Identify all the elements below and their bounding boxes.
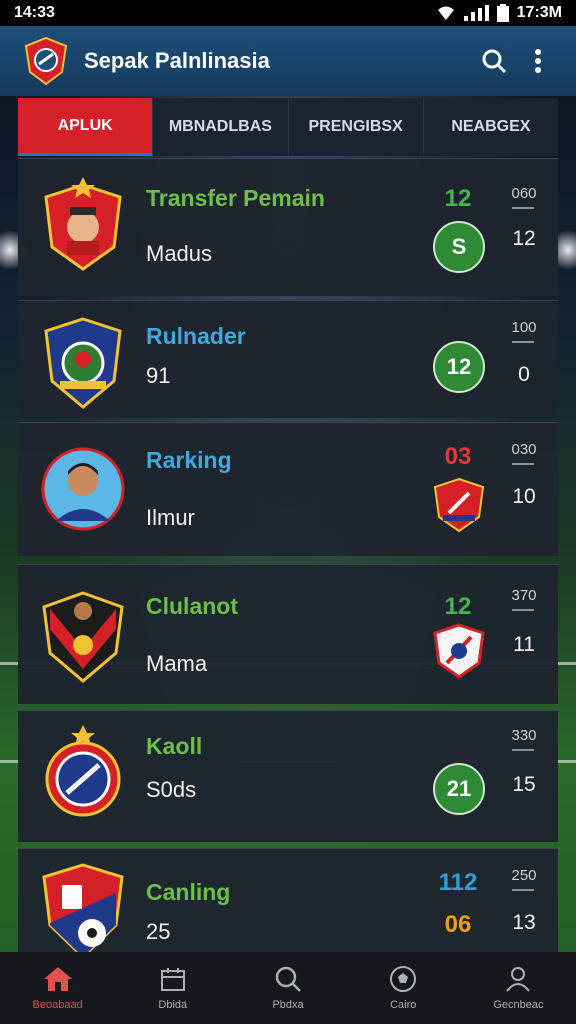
- score-top: 112: [438, 869, 478, 896]
- calendar-icon: [160, 968, 185, 991]
- status-time-right: 17:3M: [516, 4, 562, 21]
- stat-big: 10: [512, 485, 536, 508]
- nav-label: Cairo: [390, 999, 417, 1011]
- club-crest-icon: [42, 591, 124, 683]
- score-top: 03: [444, 443, 472, 470]
- divider: [512, 463, 534, 465]
- score-pill[interactable]: 21: [433, 763, 485, 815]
- signal-icon: [463, 5, 489, 21]
- bottom-nav: Beoabaad Dbida Pbdxa Cairo Gecnbeac: [0, 952, 576, 1024]
- card-title: Canling: [146, 879, 231, 905]
- nav-item-home[interactable]: Beoabaad: [0, 952, 115, 1024]
- score-top: 12: [444, 185, 472, 212]
- app-title: Sepak Palnlinasia: [84, 48, 270, 73]
- battery-icon: [496, 4, 509, 22]
- search-icon: [482, 49, 507, 74]
- stat-big: 0: [518, 363, 530, 386]
- nav-item-pbdxa[interactable]: Pbdxa: [230, 952, 345, 1024]
- divider: [512, 341, 534, 343]
- club-crest-icon: [24, 36, 68, 86]
- ball-icon: [390, 966, 417, 992]
- nav-label: Dbida: [158, 999, 188, 1011]
- card-title: Rarking: [146, 447, 232, 473]
- stat-big: 15: [512, 773, 536, 796]
- list-item[interactable]: Kaoll S0ds 21 330 15: [18, 710, 558, 842]
- wifi-icon: [437, 6, 454, 20]
- nav-label: Gecnbeac: [493, 999, 544, 1011]
- club-crest-icon: [45, 725, 121, 817]
- club-badge-icon: [433, 623, 485, 679]
- list-item[interactable]: Transfer Pemain Madus 12 S 060 12: [18, 158, 558, 296]
- card-subtitle: S0ds: [146, 777, 197, 802]
- tab-neabgex[interactable]: NEABGEX: [424, 98, 558, 156]
- divider: [512, 889, 534, 891]
- card-subtitle: 91: [146, 363, 171, 388]
- stat-small: 330: [511, 727, 537, 744]
- tab-bar: APLUK MBNADLBAS PRENGIBSX NEABGEX: [18, 98, 558, 156]
- nav-label: Beoabaad: [32, 999, 83, 1011]
- tab-apluk[interactable]: APLUK: [18, 98, 154, 156]
- nav-item-cairo[interactable]: Cairo: [346, 952, 461, 1024]
- card-title: Transfer Pemain: [146, 185, 325, 211]
- score-pill[interactable]: 12: [433, 341, 485, 393]
- divider: [512, 609, 534, 611]
- more-vert-icon: [535, 49, 541, 73]
- divider: [512, 207, 534, 209]
- score-pill[interactable]: S: [433, 221, 485, 273]
- list-item[interactable]: Rarking Ilmur 03 030 10: [18, 422, 558, 556]
- divider: [512, 749, 534, 751]
- card-title: Rulnader: [146, 323, 246, 349]
- score-top: 12: [444, 593, 472, 620]
- card-subtitle: Mama: [146, 651, 208, 676]
- card-subtitle: Ilmur: [146, 505, 195, 530]
- card-subtitle: 25: [146, 919, 171, 944]
- list-item[interactable]: Canling 25 112 06 250 13: [18, 848, 558, 959]
- nav-label: Pbdxa: [272, 999, 304, 1011]
- player-avatar: [41, 447, 125, 531]
- list-item[interactable]: Rulnader 91 12 100 0: [18, 300, 558, 418]
- card-title: Clulanot: [146, 593, 238, 619]
- stat-big: 11: [513, 633, 535, 656]
- score-second: 06: [444, 911, 472, 938]
- more-options-button[interactable]: [516, 39, 560, 83]
- club-crest-icon: [44, 177, 122, 271]
- card-title: Kaoll: [146, 733, 203, 759]
- card-subtitle: Madus: [146, 241, 213, 266]
- status-bar: 14:33 17:3M: [0, 0, 576, 26]
- stat-small: 030: [511, 441, 537, 458]
- nav-item-dbida[interactable]: Dbida: [115, 952, 230, 1024]
- club-crest-icon: [42, 863, 124, 959]
- app-bar: Sepak Palnlinasia: [0, 26, 576, 96]
- stat-big: 12: [512, 227, 536, 250]
- stat-small: 250: [511, 867, 537, 884]
- tab-mbnadlbas[interactable]: MBNADLBAS: [153, 98, 289, 156]
- stat-big: 13: [512, 911, 536, 934]
- profile-icon: [506, 967, 531, 992]
- tab-prengibsx[interactable]: PRENGIBSX: [289, 98, 424, 156]
- stat-small: 060: [511, 185, 537, 202]
- club-badge-icon: [433, 477, 485, 533]
- list-item[interactable]: Clulanot Mama 12 370 11: [18, 564, 558, 704]
- status-time-left: 14:33: [14, 4, 55, 21]
- search-button[interactable]: [472, 39, 516, 83]
- club-crest-icon: [44, 317, 122, 409]
- home-icon: [43, 967, 72, 991]
- nav-item-profile[interactable]: Gecnbeac: [461, 952, 576, 1024]
- stat-small: 370: [511, 587, 537, 604]
- stat-small: 100: [511, 319, 537, 336]
- search-icon: [275, 966, 301, 992]
